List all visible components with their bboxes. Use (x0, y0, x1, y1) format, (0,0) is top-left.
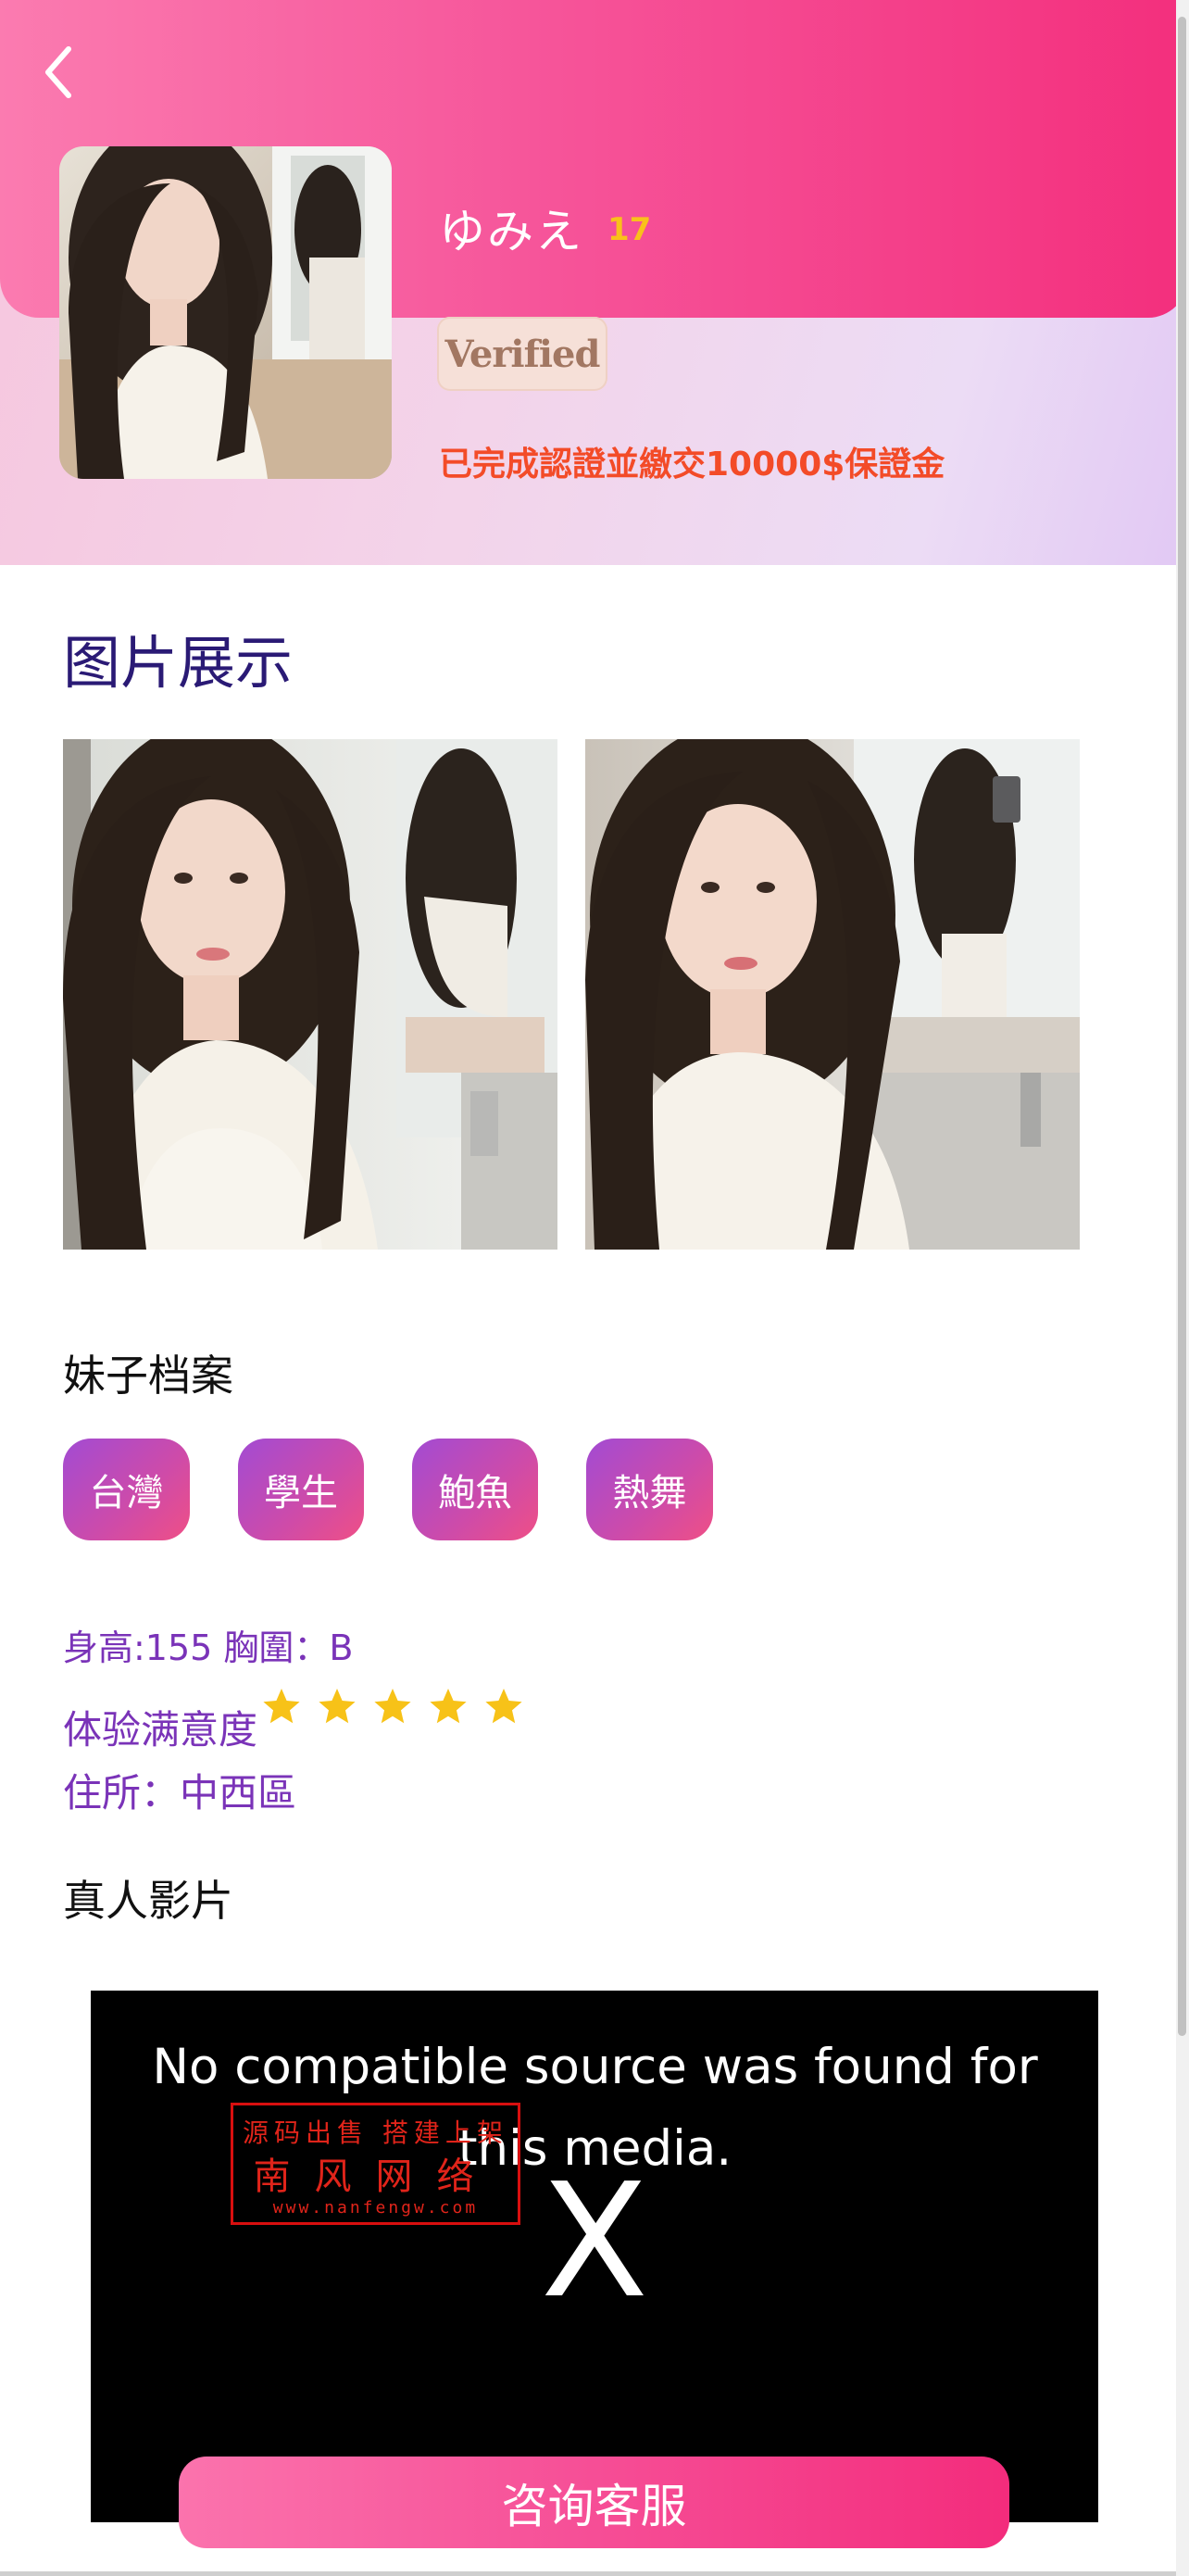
verified-badge: Verified (437, 317, 607, 391)
profile-age: 17 (607, 211, 652, 248)
profile-tag[interactable]: 台灣 (63, 1439, 190, 1540)
body-stats: 身高:155 胸圍：B (63, 1627, 354, 1668)
chevron-left-icon (45, 46, 71, 98)
video-error-line-1: No compatible source was found for (152, 2039, 1038, 2095)
watermark-stamp: 源码出售 搭建上架 南风网络 www.nanfengw.com (231, 2103, 520, 2225)
bottom-border (0, 2571, 1176, 2576)
profile-title: 妹子档案 (63, 1351, 233, 1401)
back-button[interactable] (35, 44, 81, 100)
watermark-line-3: www.nanfengw.com (272, 2198, 479, 2218)
profile-avatar[interactable] (59, 146, 392, 479)
star-icon (485, 1689, 522, 1724)
star-icon (374, 1689, 411, 1724)
star-icon (263, 1689, 300, 1724)
gallery-title: 图片展示 (63, 629, 294, 697)
video-close-x[interactable]: X (0, 2163, 1189, 2320)
satisfaction-rating (259, 1686, 526, 1728)
residence: 住所：中西區 (63, 1770, 297, 1816)
profile-tag[interactable]: 鮑魚 (412, 1439, 538, 1540)
video-title: 真人影片 (63, 1876, 233, 1926)
star-icon (319, 1689, 356, 1724)
profile-tag[interactable]: 學生 (238, 1439, 364, 1540)
verified-badge-label: Verified (444, 332, 601, 376)
gallery-photo-1[interactable] (63, 739, 557, 1250)
consult-service-button[interactable]: 咨询客服 (179, 2457, 1009, 2548)
profile-tag[interactable]: 熱舞 (586, 1439, 713, 1540)
watermark-line-1: 源码出售 搭建上架 (243, 2117, 508, 2148)
star-icon (430, 1689, 467, 1724)
satisfaction-label: 体验满意度 (63, 1707, 258, 1753)
scrollbar-thumb[interactable] (1178, 17, 1186, 2036)
profile-name: ゆみえ (439, 205, 583, 258)
watermark-line-2: 南风网络 (253, 2155, 498, 2198)
certification-text: 已完成認證並繳交10000$保證金 (439, 446, 945, 484)
gallery-photo-2[interactable] (585, 739, 1080, 1250)
